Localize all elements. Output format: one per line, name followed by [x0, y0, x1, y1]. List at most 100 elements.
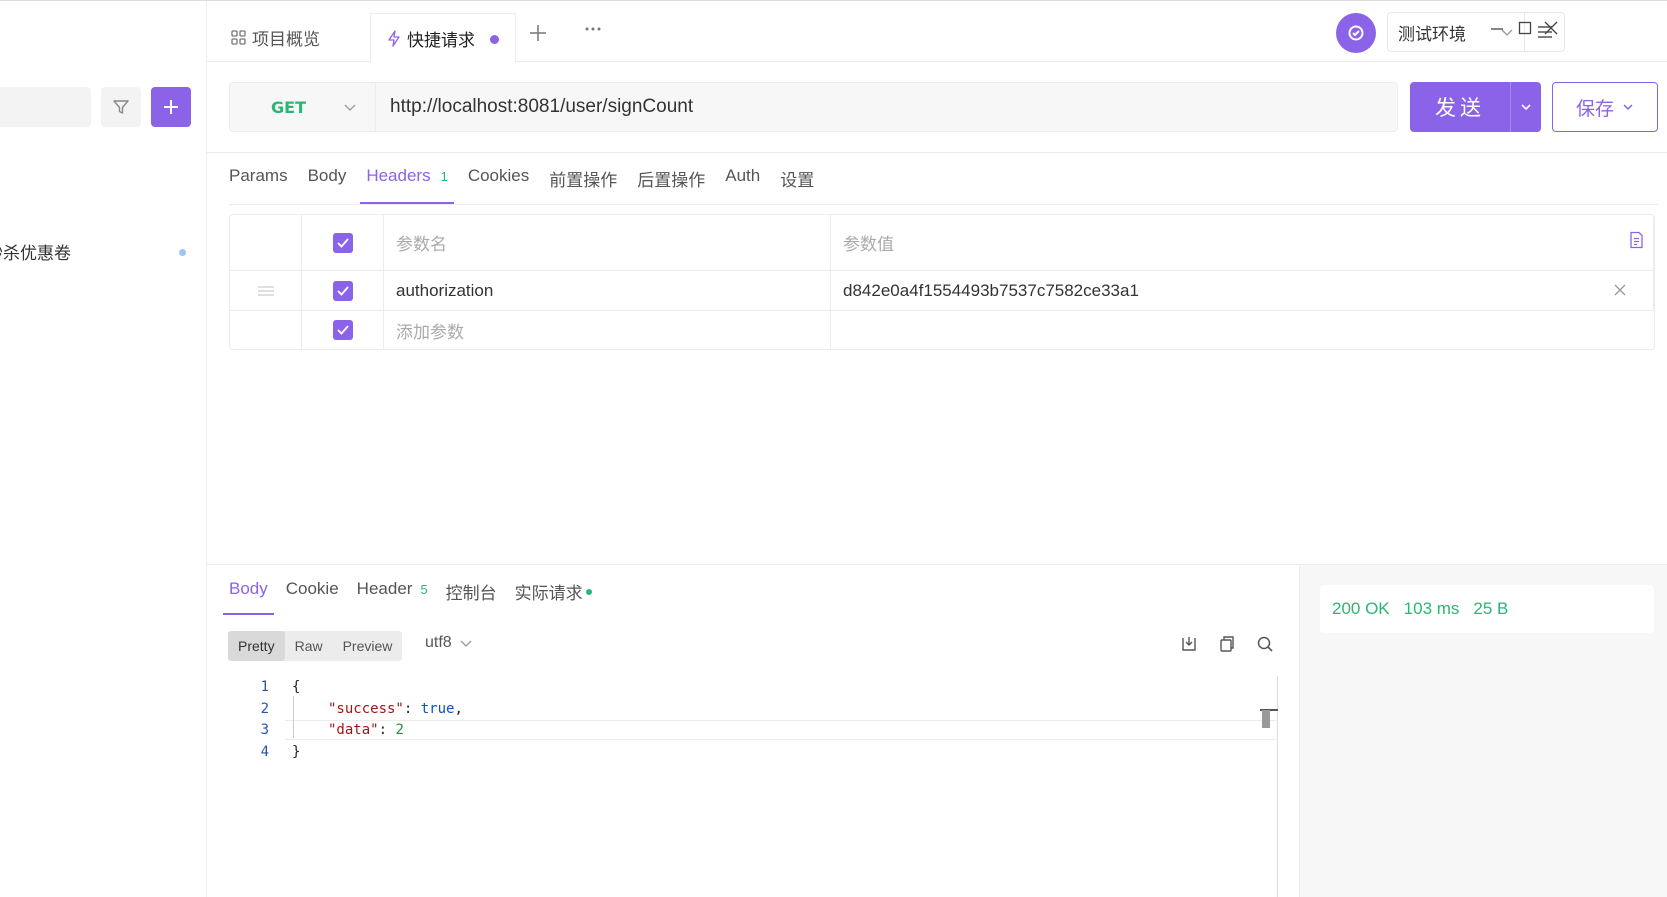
code-line: "data": 2 [328, 722, 404, 738]
new-tab-button[interactable] [529, 21, 547, 47]
line-number: 1 [260, 679, 269, 695]
select-all-cell [302, 215, 384, 270]
filter-icon [113, 100, 129, 114]
scrollbar-thumb[interactable] [1262, 710, 1270, 728]
tab-settings[interactable]: 设置 [780, 166, 814, 204]
environment-select[interactable]: 测试环境 [1387, 12, 1525, 52]
url-text: http://localhost:8081/user/signCount [390, 96, 694, 117]
response-toolbar [1180, 635, 1274, 658]
tab-response-body[interactable]: Body [223, 579, 274, 615]
more-tabs-button[interactable] [584, 19, 602, 43]
request-tabs: Params Body Headers 1 Cookies 前置操作 后置操作 A… [229, 166, 834, 204]
maximize-button[interactable] [1518, 21, 1532, 35]
sync-icon [1348, 25, 1364, 41]
row-enabled-checkbox[interactable] [332, 280, 353, 301]
line-number: 2 [260, 701, 269, 717]
sidebar-item[interactable]: 秒杀优惠卷 [0, 237, 200, 265]
add-button[interactable] [151, 87, 191, 127]
tab-cookies[interactable]: Cookies [468, 166, 529, 204]
download-icon [1182, 637, 1196, 651]
status-dot [585, 589, 592, 595]
env-sync-button[interactable] [1336, 13, 1376, 53]
encoding-select[interactable]: utf8 [425, 634, 472, 652]
minimize-button[interactable] [1490, 21, 1504, 35]
code-brace: { [292, 679, 301, 695]
tab-label: 设置 [780, 171, 815, 190]
search-icon [1257, 636, 1273, 652]
tab-label: 前置操作 [549, 171, 618, 190]
chevron-down-icon [1623, 104, 1633, 111]
tab-label: Headers [366, 166, 431, 185]
indent-guide [293, 696, 294, 738]
divider [207, 152, 1667, 153]
send-label: 发送 [1435, 96, 1485, 120]
tab-label: Body [307, 166, 347, 185]
tab-post-processors[interactable]: 后置操作 [637, 166, 705, 204]
tab-response-cookie[interactable]: Cookie [286, 579, 339, 615]
tab-headers[interactable]: Headers 1 [360, 166, 454, 204]
add-param-input[interactable]: 添加参数 [384, 311, 831, 349]
plus-icon [164, 100, 178, 114]
divider [229, 204, 1658, 205]
code-line: { [292, 679, 300, 695]
tab-actual-request[interactable]: 实际请求 [515, 579, 592, 615]
url-input[interactable]: http://localhost:8081/user/signCount [376, 82, 1398, 132]
close-window-button[interactable] [1544, 21, 1558, 35]
tab-quick-request-label: 快捷请求 [407, 31, 475, 51]
param-name-input[interactable]: authorization [384, 271, 831, 310]
app-window: 秒杀优惠卷 项目概览 快捷请求 测试环境 [0, 0, 1667, 897]
response-size: 25 B [1473, 599, 1509, 618]
method-select[interactable]: GET [229, 82, 376, 132]
filter-button[interactable] [101, 87, 141, 127]
tab-overview[interactable]: 项目概览 [231, 13, 320, 62]
drag-handle[interactable] [230, 271, 302, 310]
save-button[interactable]: 保存 [1552, 82, 1658, 132]
tab-auth[interactable]: Auth [725, 166, 760, 204]
format-preview[interactable]: Preview [333, 631, 403, 661]
copy-button[interactable] [1218, 635, 1236, 658]
response-body-editor[interactable]: 1 2 3 4 { "success": true, "data": 2 } [229, 676, 1278, 897]
tab-label: Params [229, 166, 288, 185]
select-all-checkbox[interactable] [332, 232, 353, 253]
tab-body[interactable]: Body [308, 166, 347, 204]
row-enabled-checkbox[interactable] [332, 320, 353, 340]
format-pretty[interactable]: Pretty [228, 631, 285, 661]
drag-column [230, 311, 302, 349]
sidebar-search-input[interactable] [0, 87, 91, 127]
code-brace: } [292, 744, 301, 760]
chevron-down-icon [1521, 104, 1531, 111]
send-button[interactable]: 发送 [1410, 82, 1541, 132]
line-number: 4 [260, 744, 269, 760]
tab-bar: 项目概览 快捷请求 测试环境 [207, 1, 1667, 63]
tab-response-header[interactable]: Header 5 [357, 579, 428, 615]
status-code: 200 OK [1332, 599, 1390, 618]
bulk-edit-button[interactable] [1628, 231, 1644, 254]
delete-row-button[interactable] [1614, 281, 1626, 301]
environment-label: 测试环境 [1398, 24, 1466, 45]
column-header-value: 参数值 [831, 215, 1654, 270]
tab-pre-processors[interactable]: 前置操作 [549, 166, 617, 204]
add-param-value-input[interactable] [831, 311, 1654, 349]
tab-overview-label: 项目概览 [252, 30, 320, 50]
status-dot [179, 249, 186, 256]
sidebar: 秒杀优惠卷 [0, 1, 207, 897]
tab-label: 后置操作 [637, 171, 706, 190]
param-value-input[interactable]: d842e0a4f1554493b7537c7582ce33a1 [831, 271, 1654, 310]
table-row: authorization d842e0a4f1554493b7537c7582… [230, 271, 1654, 311]
send-dropdown-button[interactable] [1511, 101, 1541, 113]
code-line: "success": true, [328, 701, 463, 717]
check-icon [336, 285, 349, 296]
chevron-down-icon [460, 640, 472, 647]
bulk-edit-icon [1630, 231, 1643, 248]
tab-console[interactable]: 控制台 [446, 579, 497, 615]
format-raw[interactable]: Raw [285, 631, 333, 661]
tab-params[interactable]: Params [229, 166, 288, 204]
json-value: true [420, 701, 455, 717]
maximize-icon [1518, 21, 1532, 35]
search-button[interactable] [1256, 635, 1274, 658]
lightning-icon [387, 30, 401, 47]
minimize-icon [1491, 28, 1503, 30]
download-button[interactable] [1180, 635, 1198, 658]
tab-quick-request[interactable]: 快捷请求 [370, 13, 516, 63]
unsaved-dot [490, 35, 499, 44]
